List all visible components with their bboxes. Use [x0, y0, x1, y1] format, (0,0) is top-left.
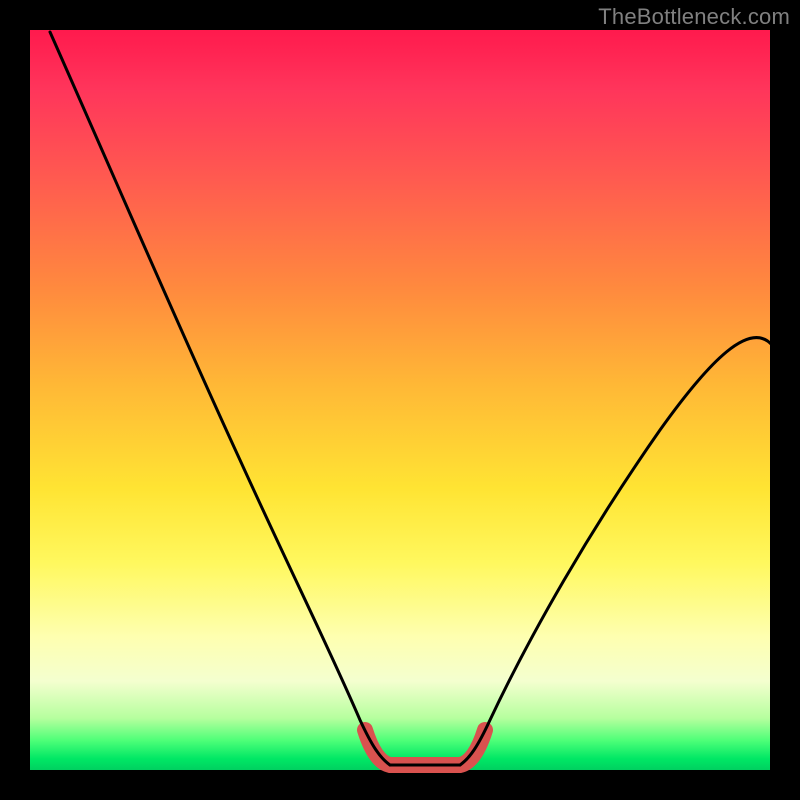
curve-layer	[30, 30, 770, 770]
right-curve	[460, 338, 772, 765]
plot-area	[30, 30, 770, 770]
chart-frame: TheBottleneck.com	[0, 0, 800, 800]
watermark-text: TheBottleneck.com	[598, 4, 790, 30]
left-curve	[50, 32, 390, 765]
